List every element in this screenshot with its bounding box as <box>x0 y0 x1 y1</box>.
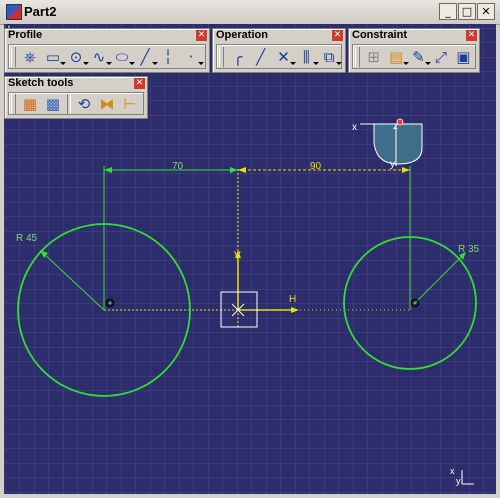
animate-constraint-icon[interactable]: ✎ <box>408 46 432 68</box>
corner-x-label: x <box>450 466 455 476</box>
toolbar-separator <box>67 93 71 114</box>
maximize-button[interactable]: □ <box>458 3 476 20</box>
constraint-icon[interactable]: ▤ <box>385 46 410 68</box>
toolbar-constraint: Constraint ✕ ⊞ ▤ ✎ ⤢ ▣ <box>348 28 480 73</box>
compass-y-label: y <box>390 159 395 170</box>
auto-constraint-icon[interactable]: ▣ <box>453 46 474 68</box>
compass-x-label: x <box>352 122 357 133</box>
corner-y-label: y <box>456 476 461 486</box>
toolbar-constraint-title: Constraint <box>352 29 407 41</box>
profile-icon[interactable]: ⎈ <box>19 46 41 68</box>
line-icon[interactable]: ╱ <box>134 46 158 68</box>
chamfer-icon[interactable]: ╱ <box>250 46 272 68</box>
window-title: Part2 <box>24 4 57 19</box>
geometric-constraints-icon[interactable]: ⧓ <box>96 93 118 115</box>
toolbar-profile: Profile ✕ ⎈ ▭ ⊙ ∿ ⬭ ╱ ╎ · <box>4 28 210 73</box>
constraint-dialog-icon[interactable]: ⊞ <box>363 46 384 68</box>
close-button[interactable]: ✕ <box>477 3 495 20</box>
axis-icon[interactable]: ╎ <box>157 46 179 68</box>
trim-icon[interactable]: ✕ <box>273 46 297 68</box>
edit-multi-constraint-icon[interactable]: ⤢ <box>430 46 451 68</box>
ellipse-icon[interactable]: ⬭ <box>111 46 135 68</box>
toolbar-constraint-close-button[interactable]: ✕ <box>466 30 477 41</box>
dimensional-constraints-icon[interactable]: ⊢ <box>119 93 141 115</box>
point-icon[interactable]: · <box>180 46 204 68</box>
spline-icon[interactable]: ∿ <box>88 46 112 68</box>
rectangle-icon[interactable]: ▭ <box>42 46 66 68</box>
radius-label-left[interactable]: R 45 <box>16 233 37 244</box>
radius-label-right[interactable]: R 35 <box>458 244 479 255</box>
application-window: Part2 _ □ ✕ 70 90 R 45 R 35 H V x y z x … <box>0 0 500 498</box>
toolbar-profile-title: Profile <box>8 29 43 41</box>
v-axis-label: V <box>234 250 241 261</box>
circle-icon[interactable]: ⊙ <box>65 46 89 68</box>
compass-z-label: z <box>393 121 398 132</box>
toolbar-operation: Operation ✕ ╭ ╱ ✕ ⫼ ⧉ <box>212 28 346 73</box>
toolbar-operation-close-button[interactable]: ✕ <box>332 30 343 41</box>
toolbar-grip[interactable] <box>11 93 16 114</box>
dimension-label-70[interactable]: 70 <box>172 161 183 172</box>
construction-element-icon[interactable]: ⟲ <box>73 93 95 115</box>
snap-to-point-icon[interactable]: ▩ <box>42 93 64 115</box>
app-icon <box>6 4 22 20</box>
toolbar-operation-title: Operation <box>216 29 268 41</box>
dimension-label-90[interactable]: 90 <box>310 161 321 172</box>
toolbar-sketch-tools-close-button[interactable]: ✕ <box>134 78 145 89</box>
toolbar-sketch-tools-title: Sketch tools <box>8 77 74 89</box>
grid-icon[interactable]: ▦ <box>19 93 41 115</box>
toolbar-sketch-tools: Sketch tools ✕ ▦ ▩ ⟲ ⧓ ⊢ <box>4 76 148 119</box>
title-bar[interactable]: Part2 _ □ ✕ <box>0 0 500 25</box>
center-dot-right <box>413 301 417 305</box>
compass[interactable] <box>373 123 423 165</box>
toolbar-profile-close-button[interactable]: ✕ <box>196 30 207 41</box>
h-axis-label: H <box>289 294 297 305</box>
minimize-button[interactable]: _ <box>439 3 457 20</box>
toolbar-grip[interactable] <box>219 46 224 67</box>
project-3d-icon[interactable]: ⧉ <box>318 46 342 68</box>
toolbar-grip[interactable] <box>11 46 16 67</box>
toolbar-grip[interactable] <box>355 46 360 67</box>
corner-icon[interactable]: ╭ <box>227 46 249 68</box>
mirror-icon[interactable]: ⫼ <box>295 46 320 68</box>
center-dot-left <box>108 301 112 305</box>
